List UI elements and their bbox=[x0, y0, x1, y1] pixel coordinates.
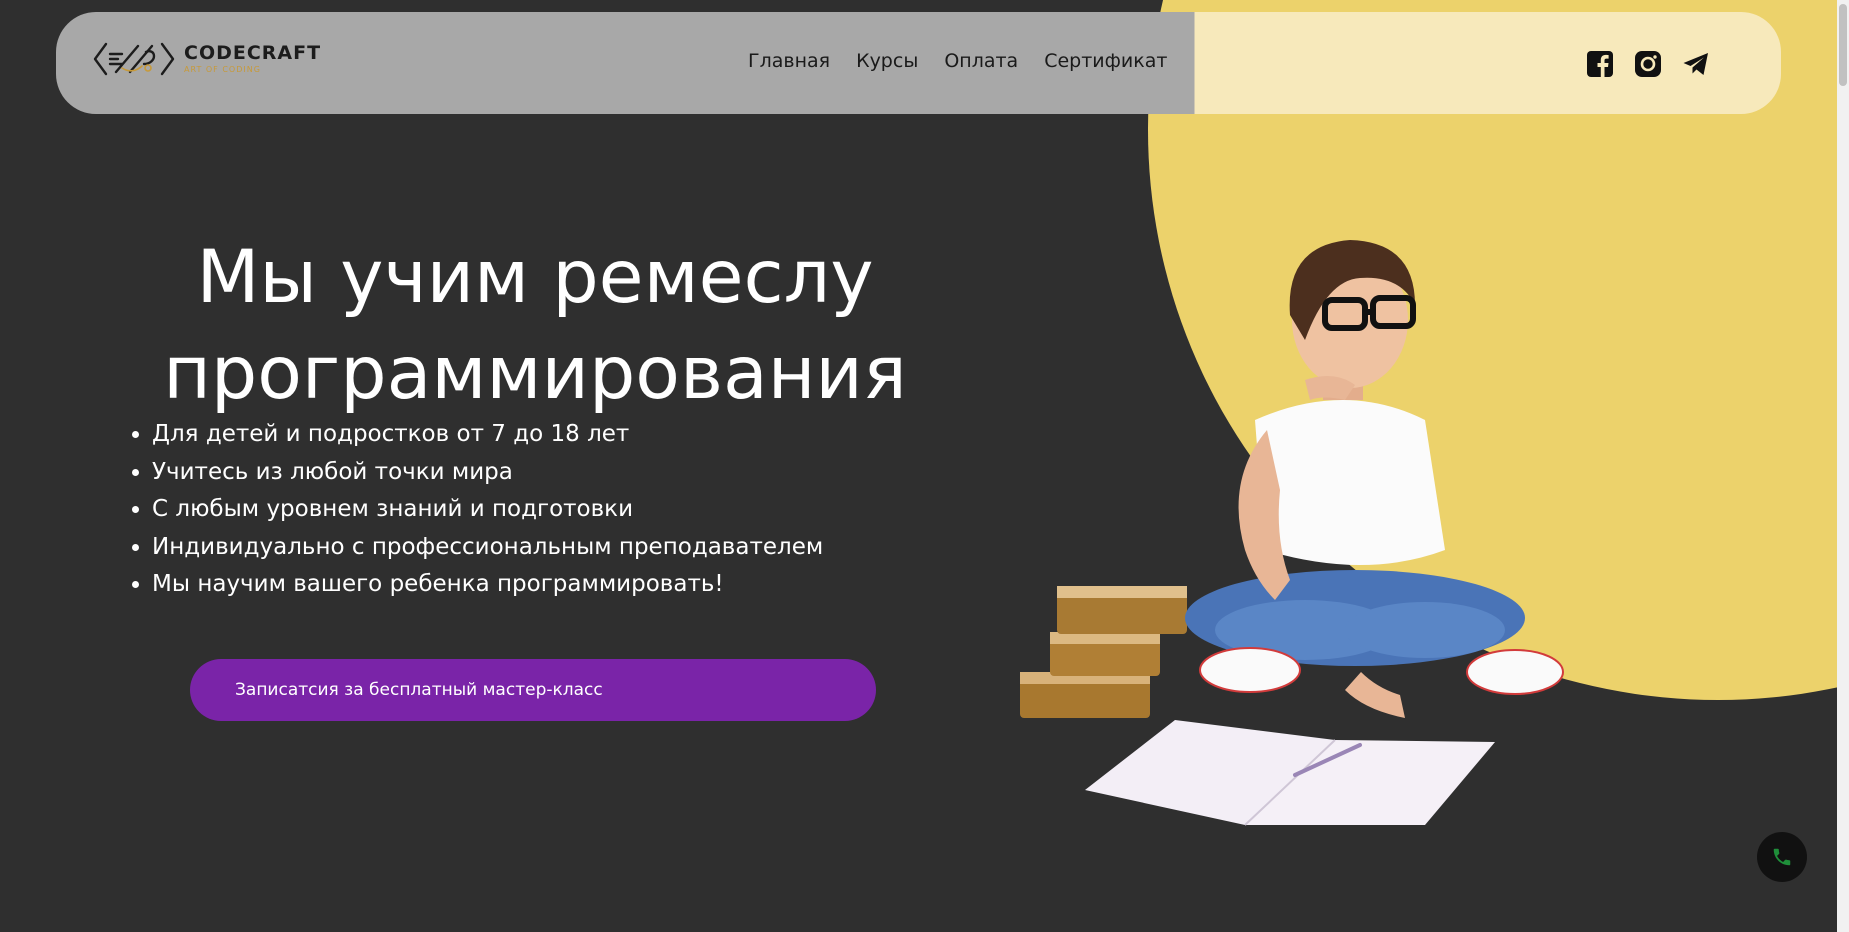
page-scrollbar[interactable] bbox=[1837, 0, 1849, 932]
social-links bbox=[1586, 50, 1710, 78]
nav-link-courses[interactable]: Курсы bbox=[856, 50, 918, 72]
feature-item: Индивидуально с профессиональным препода… bbox=[152, 529, 823, 567]
call-button[interactable] bbox=[1757, 832, 1807, 882]
nav-link-certificate[interactable]: Сертификат bbox=[1044, 50, 1167, 72]
feature-list: Для детей и подростков от 7 до 18 лет Уч… bbox=[128, 416, 823, 604]
hero-title-line2: программирования bbox=[163, 331, 907, 416]
facebook-icon[interactable] bbox=[1586, 50, 1614, 78]
books-stack bbox=[1020, 586, 1187, 718]
instagram-icon[interactable] bbox=[1634, 50, 1662, 78]
logo-mark-icon bbox=[93, 42, 175, 76]
phone-icon bbox=[1773, 848, 1791, 866]
main-nav: Главная Курсы Оплата Сертификат bbox=[748, 50, 1167, 72]
nav-link-payment[interactable]: Оплата bbox=[944, 50, 1018, 72]
logo[interactable]: CODECRAFT ART OF CODING bbox=[92, 38, 321, 80]
hero-title-line1: Мы учим ремеслу bbox=[196, 235, 874, 320]
landing-page: CODECRAFT ART OF CODING Главная Курсы Оп… bbox=[0, 0, 1849, 932]
feature-item: Мы научим вашего ребенка программировать… bbox=[152, 566, 823, 604]
free-masterclass-signup-button[interactable]: Записатсия за бесплатный мастер-класс bbox=[190, 659, 876, 721]
telegram-icon[interactable] bbox=[1682, 50, 1710, 78]
hero-title: Мы учим ремеслу программирования bbox=[120, 230, 950, 422]
feature-item: С любым уровнем знаний и подготовки bbox=[152, 491, 823, 529]
scrollbar-thumb[interactable] bbox=[1839, 4, 1847, 86]
nav-link-home[interactable]: Главная bbox=[748, 50, 830, 72]
boy-with-books-illustration bbox=[1020, 240, 1564, 826]
feature-item: Для детей и подростков от 7 до 18 лет bbox=[152, 416, 823, 454]
feature-item: Учитесь из любой точки мира bbox=[152, 454, 823, 492]
logo-subtitle: ART OF CODING bbox=[184, 65, 261, 74]
logo-title: CODECRAFT bbox=[184, 42, 322, 64]
site-header: CODECRAFT ART OF CODING Главная Курсы Оп… bbox=[56, 12, 1781, 114]
open-notebook bbox=[1085, 720, 1495, 826]
